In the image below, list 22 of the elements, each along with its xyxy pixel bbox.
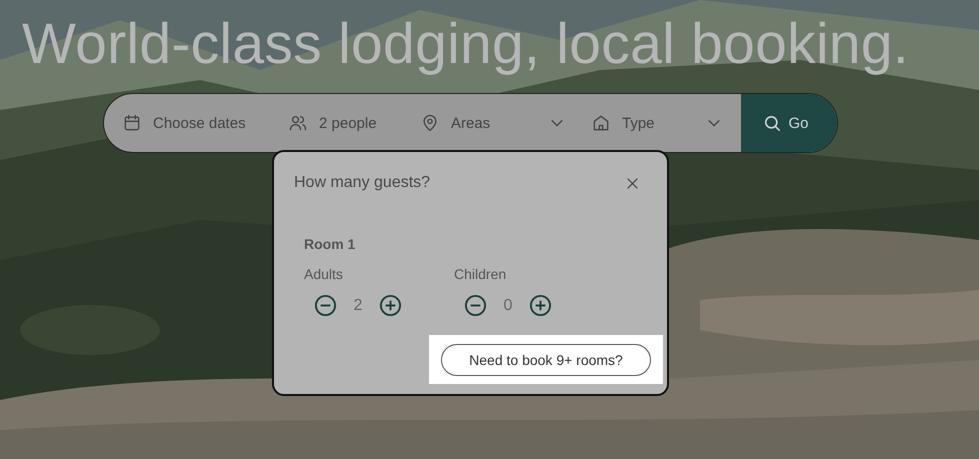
house-icon: [591, 113, 611, 133]
popup-title: How many guests?: [294, 174, 430, 192]
search-icon: [763, 114, 782, 132]
search-field[interactable]: Choose dates: [104, 94, 286, 152]
counter-value: 0: [503, 296, 513, 314]
counter-label: Adults: [304, 266, 343, 282]
plus-icon[interactable]: [529, 294, 552, 317]
search-field[interactable]: Areas: [413, 94, 584, 152]
counter-value: 2: [353, 296, 363, 314]
people-icon: [288, 113, 308, 133]
room-heading: Room 1: [304, 236, 356, 252]
large-group-button[interactable]: Need to book 9+ rooms?: [441, 344, 651, 376]
search-field[interactable]: 2 people: [286, 94, 413, 152]
close-icon[interactable]: [626, 176, 639, 190]
counter-label: Children: [454, 266, 506, 282]
headline: World-class lodging, local booking.: [22, 11, 910, 78]
plus-icon[interactable]: [379, 294, 402, 317]
minus-icon[interactable]: [464, 294, 487, 317]
minus-icon[interactable]: [314, 294, 337, 317]
calendar-icon: [122, 113, 142, 133]
search-field[interactable]: Type: [584, 94, 741, 152]
go-button[interactable]: Go: [741, 94, 837, 152]
